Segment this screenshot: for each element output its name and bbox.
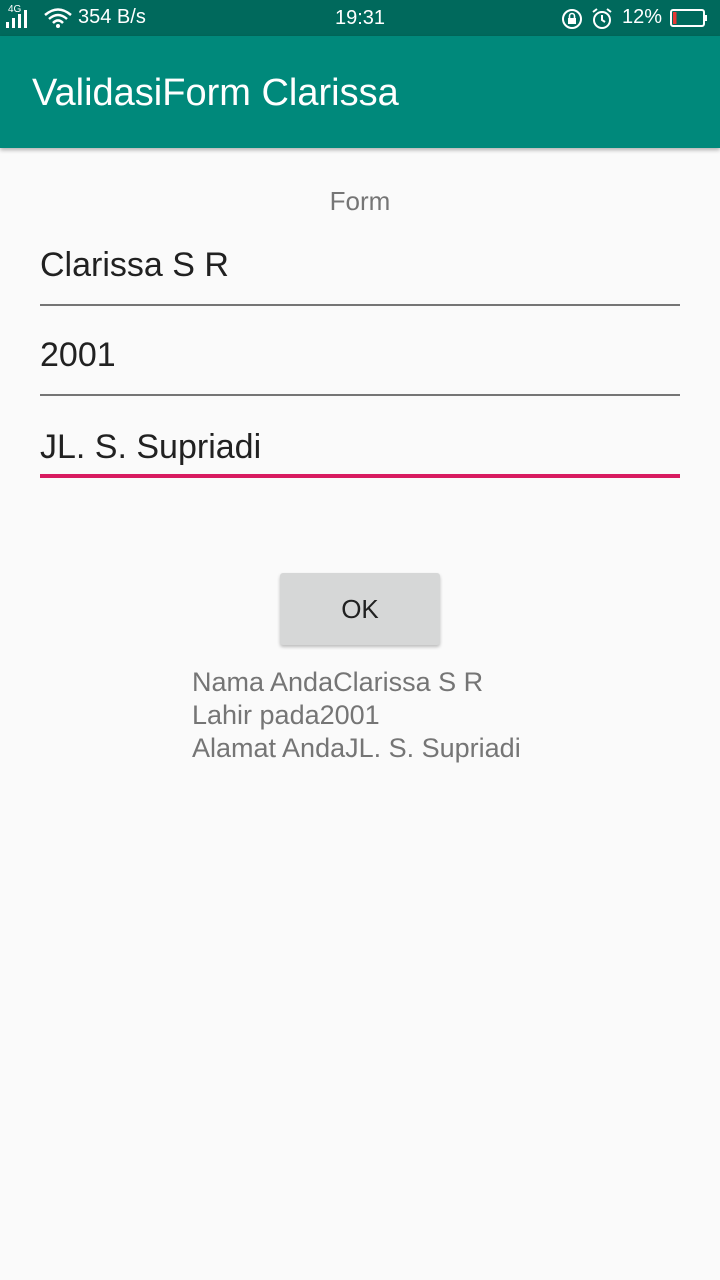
address-field-underline xyxy=(40,474,680,478)
ok-button[interactable]: OK xyxy=(280,573,440,645)
result-name-line: Nama AndaClarissa S R xyxy=(192,667,484,697)
rotation-lock-icon xyxy=(562,9,582,29)
battery-percent: 12% xyxy=(621,6,662,28)
name-field-underline xyxy=(40,304,680,306)
form-label: Form xyxy=(329,186,391,216)
result-address-line: Alamat AndaJL. S. Supriadi xyxy=(192,733,521,763)
status-bar: 4G 354 B/s 19:31 12% xyxy=(0,0,720,36)
result-text: Nama AndaClarissa S R Lahir pada2001 Ala… xyxy=(192,666,692,765)
name-field[interactable]: Clarissa S R xyxy=(40,246,680,306)
address-field-value[interactable]: JL. S. Supriadi xyxy=(40,428,261,467)
app-bar: ValidasiForm Clarissa xyxy=(0,36,720,148)
result-birth-line: Lahir pada2001 xyxy=(192,700,380,730)
birth-year-field[interactable]: 2001 xyxy=(40,336,680,396)
battery-icon xyxy=(670,9,707,27)
birth-year-field-underline xyxy=(40,394,680,396)
alarm-icon xyxy=(592,8,612,29)
birth-year-field-value[interactable]: 2001 xyxy=(40,336,116,375)
name-field-value[interactable]: Clarissa S R xyxy=(40,246,229,285)
app-title: ValidasiForm Clarissa xyxy=(32,72,399,114)
address-field[interactable]: JL. S. Supriadi xyxy=(40,428,680,478)
